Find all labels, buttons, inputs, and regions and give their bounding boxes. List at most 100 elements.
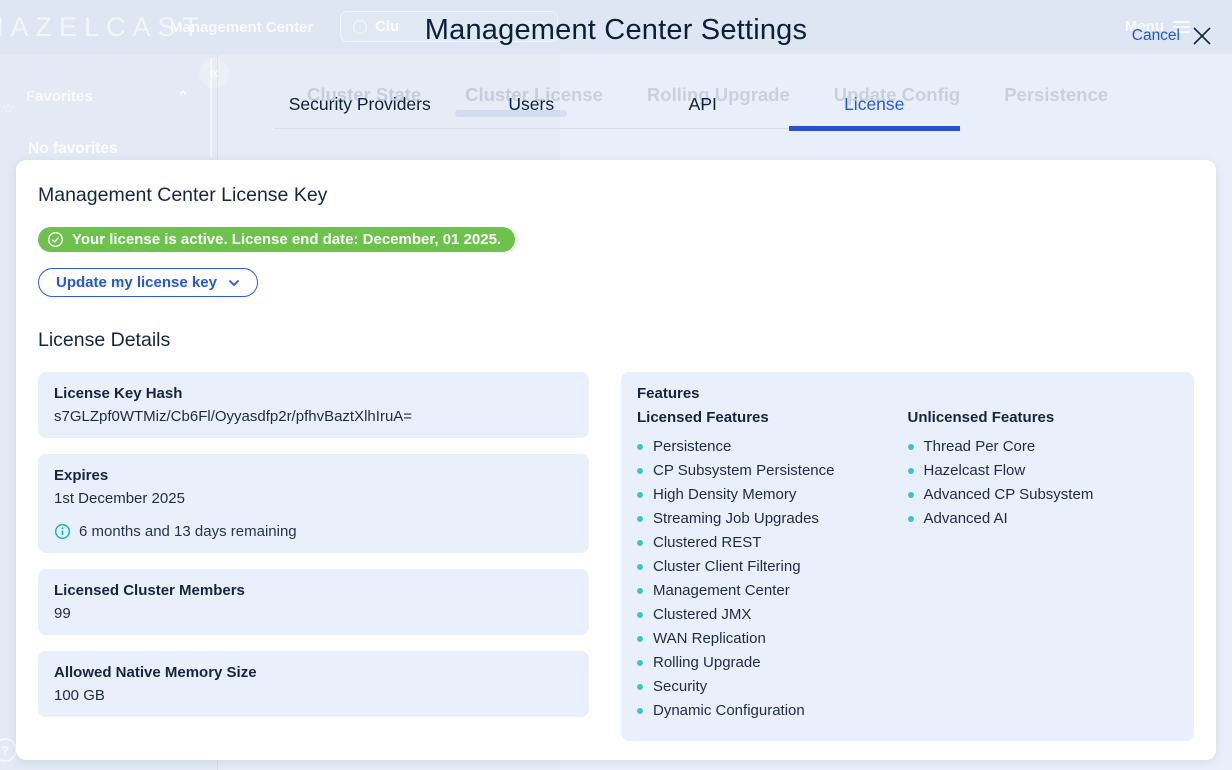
feature-item-hazelcast-flow: Hazelcast Flow [908, 459, 1179, 483]
tab-users[interactable]: Users [446, 94, 618, 128]
page-title: Management Center Settings [0, 14, 1232, 47]
tab-label-security-providers: Security Providers [289, 94, 431, 114]
feature-label: Thread Per Core [924, 435, 1036, 459]
license-settings-card: Management Center License Key Your licen… [16, 160, 1216, 760]
tab-api[interactable]: API [617, 94, 789, 128]
licensed-features-list: PersistenceCP Subsystem PersistenceHigh … [637, 435, 908, 723]
feature-item-security: Security [637, 675, 908, 699]
favorites-label: Favorites [26, 88, 93, 105]
info-icon [54, 523, 71, 540]
chevron-up-icon: ⌃ [177, 88, 189, 105]
detail-label-license-key-hash: License Key Hash [54, 385, 573, 402]
detail-value-allowed-native-memory-size: 100 GB [54, 687, 573, 704]
bullet-icon [637, 708, 643, 714]
feature-label: Clustered REST [653, 531, 761, 555]
unlicensed-features-list: Thread Per CoreHazelcast FlowAdvanced CP… [908, 435, 1179, 531]
feature-item-management-center: Management Center [637, 579, 908, 603]
feature-label: Advanced CP Subsystem [924, 483, 1094, 507]
detail-card-expires: Expires 1st December 2025 6 months and 13 … [38, 454, 589, 553]
feature-label: Security [653, 675, 707, 699]
bullet-icon [637, 492, 643, 498]
bullet-icon [637, 588, 643, 594]
feature-item-advanced-ai: Advanced AI [908, 507, 1179, 531]
feature-label: CP Subsystem Persistence [653, 459, 834, 483]
cancel-button[interactable]: Cancel [1132, 27, 1180, 45]
features-heading: Features [637, 385, 1178, 402]
tab-license[interactable]: License [789, 94, 961, 128]
settings-tabs: Security Providers Users API License [274, 94, 960, 129]
bullet-icon [908, 468, 914, 474]
bullet-icon [637, 564, 643, 570]
help-icon: ? [0, 738, 17, 762]
feature-label: Hazelcast Flow [924, 459, 1026, 483]
feature-item-clustered-rest: Clustered REST [637, 531, 908, 555]
feature-item-dynamic-configuration: Dynamic Configuration [637, 699, 908, 723]
detail-label-allowed-native-memory-size: Allowed Native Memory Size [54, 664, 573, 681]
update-license-button[interactable]: Update my license key [38, 268, 258, 297]
feature-item-persistence: Persistence [637, 435, 908, 459]
detail-label-licensed-cluster-members: Licensed Cluster Members [54, 582, 573, 599]
bullet-icon [908, 516, 914, 522]
screen: HAZELCAST Management Center Clu 6.0 Menu… [0, 0, 1232, 770]
unlicensed-features-heading: Unlicensed Features [908, 409, 1179, 426]
detail-label-expires: Expires [54, 467, 573, 484]
close-icon[interactable] [1190, 24, 1214, 48]
licensed-features-heading: Licensed Features [637, 409, 908, 426]
detail-note-expires: 6 months and 13 days remaining [54, 523, 573, 540]
tab-label-api: API [689, 94, 717, 114]
feature-label: WAN Replication [653, 627, 766, 651]
feature-item-thread-per-core: Thread Per Core [908, 435, 1179, 459]
license-details-heading: License Details [38, 329, 1194, 352]
license-detail-cards: License Key Hash s7GLZpf0WTMiz/Cb6Fl/Oyya… [38, 372, 589, 733]
feature-item-advanced-cp-subsystem: Advanced CP Subsystem [908, 483, 1179, 507]
bullet-icon [637, 684, 643, 690]
detail-value-expires: 1st December 2025 [54, 490, 573, 507]
feature-item-cluster-client-filtering: Cluster Client Filtering [637, 555, 908, 579]
update-license-label: Update my license key [56, 274, 217, 291]
bullet-icon [637, 540, 643, 546]
favorites-section: Favorites ⌃ [26, 88, 189, 105]
bullet-icon [908, 444, 914, 450]
feature-item-clustered-jmx: Clustered JMX [637, 603, 908, 627]
tab-label-license: License [844, 94, 904, 114]
bullet-icon [637, 660, 643, 666]
feature-item-high-density-memory: High Density Memory [637, 483, 908, 507]
feature-label: Management Center [653, 579, 790, 603]
tab-security-providers[interactable]: Security Providers [274, 94, 446, 128]
feature-label: Rolling Upgrade [653, 651, 761, 675]
feature-label: Streaming Job Upgrades [653, 507, 819, 531]
feature-label: Clustered JMX [653, 603, 751, 627]
star-icon: ☆ [2, 100, 15, 117]
check-circle-icon [47, 231, 64, 248]
detail-card-allowed-native-memory-size: Allowed Native Memory Size 100 GB [38, 651, 589, 717]
feature-label: Cluster Client Filtering [653, 555, 801, 579]
feature-label: Persistence [653, 435, 731, 459]
feature-label: Advanced AI [924, 507, 1008, 531]
sidebar-collapse-icon: « [199, 58, 229, 88]
detail-card-licensed-cluster-members: Licensed Cluster Members 99 [38, 569, 589, 635]
no-favorites-label: No favorites [28, 140, 118, 158]
bullet-icon [637, 612, 643, 618]
detail-note-text: 6 months and 13 days remaining [79, 523, 297, 540]
feature-item-wan-replication: WAN Replication [637, 627, 908, 651]
active-tab-underline [789, 126, 961, 131]
feature-item-cp-subsystem-persistence: CP Subsystem Persistence [637, 459, 908, 483]
tab-label-users: Users [508, 94, 554, 114]
sidebar-scrollbar [210, 58, 212, 158]
detail-value-licensed-cluster-members: 99 [54, 605, 573, 622]
feature-item-streaming-job-upgrades: Streaming Job Upgrades [637, 507, 908, 531]
feature-item-rolling-upgrade: Rolling Upgrade [637, 651, 908, 675]
bullet-icon [637, 468, 643, 474]
detail-card-license-key-hash: License Key Hash s7GLZpf0WTMiz/Cb6Fl/Oyya… [38, 372, 589, 438]
license-status-badge: Your license is active. License end date… [38, 227, 515, 252]
bullet-icon [637, 636, 643, 642]
bullet-icon [637, 516, 643, 522]
license-key-heading: Management Center License Key [38, 184, 1194, 207]
features-card: Features Licensed Features PersistenceCP… [621, 372, 1194, 741]
license-status-text: Your license is active. License end date… [72, 231, 501, 248]
feature-label: High Density Memory [653, 483, 796, 507]
bullet-icon [637, 444, 643, 450]
detail-value-license-key-hash: s7GLZpf0WTMiz/Cb6Fl/Oyyasdfp2r/pfhvBaztX… [54, 408, 573, 425]
chevron-down-icon [228, 279, 240, 287]
feature-label: Dynamic Configuration [653, 699, 805, 723]
